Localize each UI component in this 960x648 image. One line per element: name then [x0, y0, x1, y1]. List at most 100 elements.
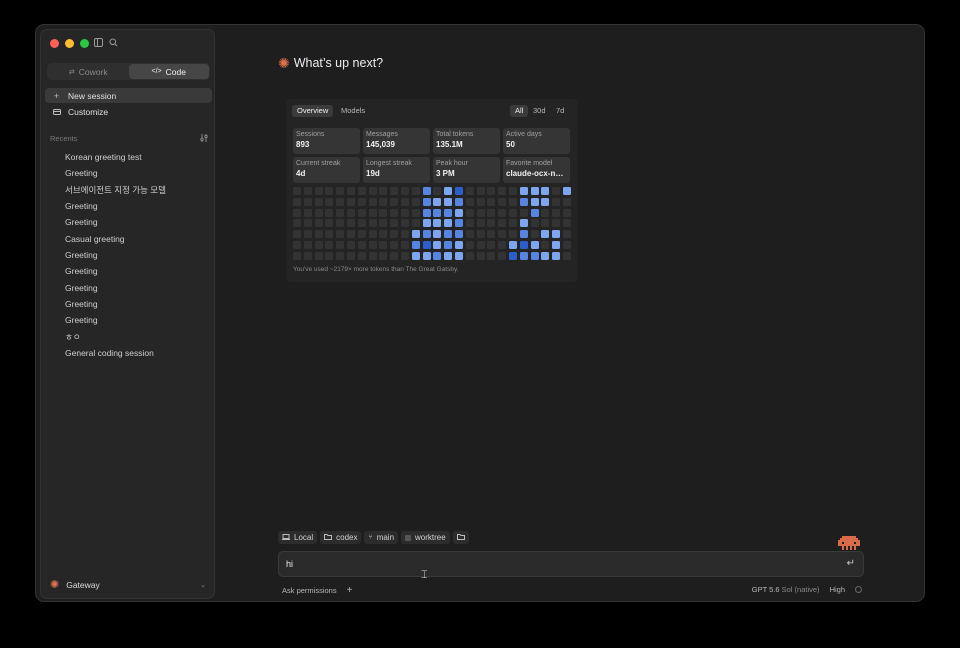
- recent-item[interactable]: 서브에이전트 지정 가능 모델: [65, 182, 166, 198]
- heatmap-cell: [433, 187, 442, 195]
- worktree-chip[interactable]: worktree: [401, 531, 450, 544]
- heatmap-cell: [498, 187, 507, 195]
- heatmap-cell: [401, 197, 409, 206]
- heatmap-cell: [498, 219, 507, 228]
- range-all[interactable]: All: [510, 105, 529, 117]
- range-30d[interactable]: 30d: [528, 105, 551, 117]
- recent-item[interactable]: Greeting: [65, 312, 166, 328]
- heatmap-cell: [325, 208, 334, 217]
- heatmap-cell: [379, 208, 388, 217]
- heatmap-cell: [401, 251, 409, 260]
- heatmap-cell: [336, 219, 345, 228]
- heatmap-cell: [476, 208, 485, 217]
- heatmap-cell: [519, 187, 528, 195]
- heatmap-cell: [368, 208, 377, 217]
- app-window: ⇄ Cowork </> Code + New session Customiz…: [35, 24, 925, 602]
- enter-icon[interactable]: ↵: [847, 558, 855, 569]
- location-chip[interactable]: Local: [278, 531, 318, 544]
- heatmap-cell: [487, 187, 496, 195]
- stat-value: 50: [506, 140, 515, 149]
- heatmap-cell: [563, 251, 571, 260]
- stat-value: 145,039: [366, 140, 395, 149]
- heatmap-cell: [476, 187, 485, 195]
- mode-label: Code: [165, 66, 186, 77]
- project-chip[interactable]: codex: [320, 531, 362, 544]
- recent-item[interactable]: Casual greeting: [65, 231, 166, 247]
- heatmap-cell: [552, 208, 561, 217]
- heatmap-cell: [519, 219, 528, 228]
- heatmap-cell: [303, 251, 312, 260]
- recent-item[interactable]: Greeting: [65, 165, 166, 181]
- heatmap-cell: [552, 251, 561, 260]
- heatmap-cell: [357, 241, 366, 249]
- mode-code-button[interactable]: </> Code: [128, 64, 209, 79]
- heatmap-cell: [541, 219, 550, 228]
- heatmap-cell: [563, 219, 571, 228]
- heatmap-cell: [455, 230, 463, 239]
- heatmap-cell: [390, 197, 399, 206]
- model-selector[interactable]: GPT 5.6 Sol (native): [752, 585, 820, 594]
- page-title-text: What’s up next?: [293, 56, 384, 70]
- recent-item[interactable]: Greeting: [65, 198, 166, 214]
- search-icon[interactable]: [109, 38, 118, 49]
- new-session-button[interactable]: + New session: [45, 88, 212, 103]
- heatmap-cell: [530, 251, 539, 260]
- page-title: ✺ What’s up next?: [278, 56, 383, 70]
- heatmap-cell: [368, 251, 377, 260]
- heatmap-cell: [379, 251, 388, 260]
- effort-selector[interactable]: High: [830, 585, 845, 594]
- context-usage-icon: [855, 586, 862, 593]
- stat-value: 19d: [366, 169, 380, 178]
- heatmap-cell: [357, 230, 366, 239]
- customize-button[interactable]: Customize: [45, 104, 212, 119]
- chip-label: worktree: [415, 533, 446, 542]
- close-window-button[interactable]: [50, 39, 59, 48]
- recent-item[interactable]: Greeting: [65, 214, 166, 230]
- filter-icon[interactable]: [200, 134, 208, 144]
- ask-permissions-button[interactable]: Ask permissions: [282, 586, 337, 595]
- stat-card: Favorite model claude-ocx-nati...: [503, 157, 570, 183]
- tab-models[interactable]: Models: [336, 105, 370, 117]
- gateway-selector[interactable]: ✺ Gateway ⌄: [47, 578, 210, 592]
- mode-cowork-button[interactable]: ⇄ Cowork: [48, 64, 129, 79]
- recents-label: Recents: [50, 134, 78, 143]
- heatmap-cell: [530, 219, 539, 228]
- range-7d[interactable]: 7d: [551, 105, 569, 117]
- recent-item[interactable]: Korean greeting test: [65, 149, 166, 165]
- maximize-window-button[interactable]: [80, 39, 89, 48]
- minimize-window-button[interactable]: [65, 39, 74, 48]
- heatmap-cell: [390, 219, 399, 228]
- heatmap-cell: [487, 251, 496, 260]
- branch-chip[interactable]: ⑂ main: [364, 531, 399, 544]
- open-folder-button[interactable]: [452, 531, 469, 544]
- recent-item[interactable]: Greeting: [65, 263, 166, 279]
- stat-label: Longest streak: [366, 160, 412, 167]
- heatmap-cell: [357, 197, 366, 206]
- heatmap-cell: [314, 187, 323, 195]
- heatmap-cell: [411, 197, 420, 206]
- heatmap-cell: [390, 251, 399, 260]
- prompt-input[interactable]: hi ⌶ ↵: [278, 551, 864, 581]
- recent-item[interactable]: ㅎㅇ: [65, 329, 166, 345]
- sidebar-toggle-icon[interactable]: [94, 38, 103, 49]
- worktree-icon: [405, 534, 412, 541]
- heatmap-cell: [433, 251, 442, 260]
- stat-label: Sessions: [296, 131, 325, 138]
- heatmap-cell: [411, 187, 420, 195]
- heatmap-cell: [325, 230, 334, 239]
- heatmap-cell: [541, 187, 550, 195]
- recent-item[interactable]: Greeting: [65, 280, 166, 296]
- heatmap-cell: [519, 197, 528, 206]
- heatmap-cell: [411, 208, 420, 217]
- plus-icon[interactable]: +: [347, 585, 353, 596]
- recent-item[interactable]: Greeting: [65, 296, 166, 312]
- tab-overview[interactable]: Overview: [292, 105, 334, 117]
- heatmap-cell: [347, 208, 355, 217]
- stat-label: Messages: [366, 131, 398, 138]
- recent-item[interactable]: Greeting: [65, 247, 166, 263]
- recent-item[interactable]: General coding session: [65, 345, 166, 361]
- stat-card: Messages 145,039: [363, 128, 430, 154]
- heatmap-cell: [552, 241, 561, 249]
- heatmap-cell: [368, 197, 377, 206]
- cowork-icon: ⇄: [68, 68, 75, 76]
